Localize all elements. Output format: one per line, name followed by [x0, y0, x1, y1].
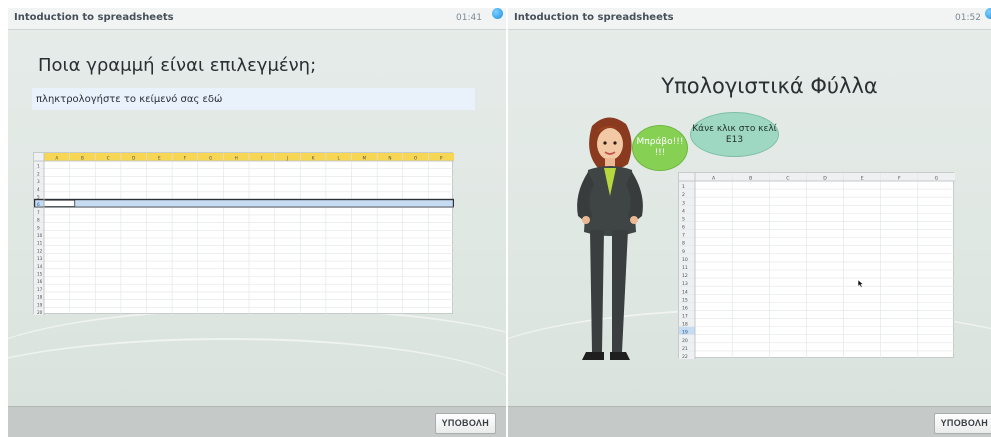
- row-header-label: 8: [37, 218, 40, 223]
- row-header-label: 4: [37, 187, 40, 192]
- row-header-label: 2: [37, 171, 40, 176]
- active-cell: [43, 199, 76, 207]
- speech-bubble-bravo: Μπράβο!!! !!!: [632, 125, 688, 171]
- speech-bubble-hint: Κάνε κλικ στο κελί E13: [690, 112, 779, 157]
- row-header-label: 16: [37, 279, 43, 284]
- row-header-label: 17: [37, 287, 43, 292]
- row-header-label: 1: [37, 164, 40, 169]
- timer: 01:41: [456, 13, 482, 23]
- column-header-label: J: [286, 156, 288, 161]
- timer: 01:52: [955, 13, 981, 23]
- spreadsheet-grid[interactable]: A B C D E F G123456789101112131415161718192021…: [679, 173, 955, 360]
- slide-title: Υπολογιστικά Φύλλα: [661, 74, 878, 98]
- row-header-label: 12: [37, 248, 43, 253]
- row-header-label: 15: [37, 272, 43, 277]
- slide-header: Intoduction to spreadsheets 01:52: [508, 8, 991, 30]
- row-header-label: 14: [37, 264, 43, 269]
- row-header-label: 18: [37, 295, 43, 300]
- spreadsheet-image: A B C D E F G H I J K L M N O P 1 2 3 4 5 6 7 8 9 10 11 12 13 14 15 16 1…: [33, 152, 455, 315]
- question-text: Ποια γραμμή είναι επιλεγμένη;: [38, 55, 317, 76]
- row-header-label: 10: [37, 233, 43, 238]
- column-header-label: M: [363, 156, 367, 161]
- submit-button[interactable]: ΥΠΟΒΟΛΗ: [933, 413, 991, 434]
- column-header-label: C: [107, 156, 110, 161]
- spreadsheet-interactive[interactable]: A B C D E F G 1 2 3 4 5 6 7 8 9 10 11 12 13 14 15 16 17 18 19 20 21…: [678, 172, 955, 360]
- quiz-slide-question: Intoduction to spreadsheets 01:41 Ποια γ…: [8, 8, 506, 437]
- column-header-band: [679, 173, 955, 181]
- column-header-label: B: [81, 156, 84, 161]
- row-header-label: 9: [37, 225, 40, 230]
- slide-header: Intoduction to spreadsheets 01:41: [8, 8, 506, 30]
- column-header-label: A: [55, 156, 58, 161]
- slide-footer: ΥΠΟΒΟΛΗ: [508, 406, 991, 437]
- row-header-label: 6: [37, 202, 40, 207]
- row-header-label: 11: [37, 241, 43, 246]
- row-header-label: 19: [37, 302, 43, 307]
- row-header-label: 7: [37, 210, 40, 215]
- row-header-label: 13: [37, 256, 43, 261]
- column-header-label: G: [209, 156, 212, 161]
- column-header-label: H: [235, 156, 238, 161]
- column-header-label: I: [261, 156, 262, 161]
- answer-input[interactable]: [32, 88, 475, 110]
- column-header-label: K: [312, 156, 315, 161]
- timer-indicator-icon: [985, 8, 991, 19]
- column-header-label: N: [388, 156, 391, 161]
- row-header-label: 3: [37, 179, 40, 184]
- row-header-label: 22: [682, 354, 688, 359]
- quiz-slide-feedback: Intoduction to spreadsheets 01:52 Υπολογ…: [508, 8, 991, 437]
- column-header-label: E: [158, 156, 161, 161]
- timer-indicator-icon: [492, 8, 503, 19]
- column-header-label: D: [132, 156, 135, 161]
- row-header-label: 5: [37, 195, 40, 200]
- submit-button[interactable]: ΥΠΟΒΟΛΗ: [434, 413, 496, 434]
- row-header-label: 20: [37, 310, 43, 315]
- course-title: Intoduction to spreadsheets: [14, 12, 174, 23]
- course-title: Intoduction to spreadsheets: [514, 12, 674, 23]
- slide-footer: ΥΠΟΒΟΛΗ: [8, 406, 506, 437]
- selected-row-highlight: [34, 199, 454, 208]
- spreadsheet-grid: A B C D E F G H I J K L M N O P123456789101112131415161…: [33, 153, 455, 315]
